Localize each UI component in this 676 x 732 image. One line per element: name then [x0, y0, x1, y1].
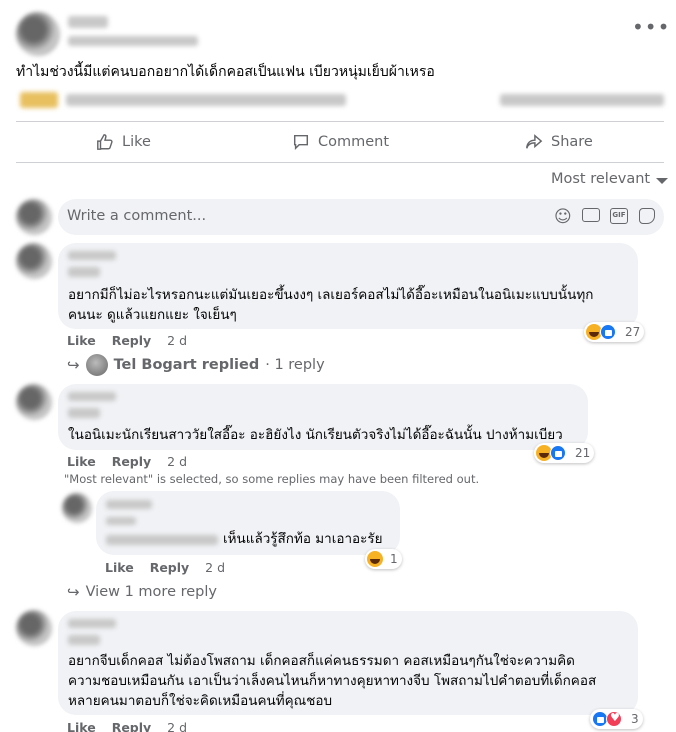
replies-link[interactable]: ↪ Tel Bogart replied · 1 reply — [67, 354, 325, 376]
commenter-avatar[interactable] — [16, 384, 52, 420]
comment-like-link[interactable]: Like — [67, 333, 96, 348]
comment-reply-link[interactable]: Reply — [112, 333, 151, 348]
reply-actions: Like Reply 2 d — [105, 560, 237, 575]
comment-reactions[interactable]: 21 — [534, 443, 595, 463]
sort-label: Most relevant — [551, 171, 651, 187]
reply-like-link[interactable]: Like — [105, 560, 134, 575]
commenter-name-redacted[interactable] — [68, 251, 116, 260]
reaction-summary-redacted[interactable] — [66, 94, 346, 106]
comment-button[interactable]: Comment — [292, 132, 389, 152]
composer-placeholder[interactable]: Write a comment... — [67, 208, 206, 224]
reaction-count: 3 — [631, 712, 639, 726]
post-meta-redacted — [68, 36, 198, 46]
camera-icon[interactable] — [582, 208, 600, 222]
commenter-avatar[interactable] — [16, 610, 52, 646]
view-more-label: View 1 more reply — [85, 584, 217, 600]
author-avatar[interactable] — [16, 12, 60, 56]
commenter-badge-redacted — [68, 408, 100, 418]
comment-reply-link[interactable]: Reply — [112, 720, 151, 732]
like-reaction-icon — [600, 324, 616, 340]
author-name-redacted[interactable] — [68, 16, 108, 28]
filter-notice: "Most relevant" is selected, so some rep… — [64, 472, 480, 486]
comment-text: อยากมีก็ไม่อะไรหรอกนะแต่มันเยอะขึ้นงงๆ เ… — [68, 287, 594, 323]
comment-reactions[interactable]: 3 — [590, 709, 643, 729]
comment-bubble-icon — [293, 134, 309, 151]
share-button[interactable]: Share — [525, 132, 593, 152]
reply-reply-link[interactable]: Reply — [150, 560, 189, 575]
thumbs-up-icon — [97, 134, 113, 150]
reply-time[interactable]: 2 d — [205, 560, 225, 575]
like-button[interactable]: Like — [96, 132, 151, 152]
comment-actions: Like Reply 2 d — [67, 454, 199, 469]
commenter-name-redacted[interactable] — [68, 619, 116, 628]
reaction-count: 27 — [625, 325, 641, 339]
reply-author-name-redacted[interactable] — [106, 500, 152, 509]
share-arrow-icon — [526, 134, 543, 149]
reply-author-badge-redacted — [106, 517, 136, 525]
reply-arrow-icon: ↪ — [67, 583, 80, 601]
commenter-avatar[interactable] — [16, 243, 52, 279]
replier-text: Tel Bogart replied — [113, 357, 260, 373]
gif-icon[interactable]: GIF — [610, 208, 628, 224]
love-reaction-icon — [606, 711, 622, 727]
reply-arrow-icon: ↪ — [67, 356, 80, 374]
comment-actions: Like Reply 2 d — [67, 720, 199, 732]
like-reaction-icon — [550, 445, 566, 461]
comment-label: Comment — [318, 134, 390, 150]
reply-reactions[interactable]: 1 — [365, 549, 402, 569]
reaction-count: 21 — [575, 446, 591, 460]
comment-like-link[interactable]: Like — [67, 454, 96, 469]
comment-reply-link[interactable]: Reply — [112, 454, 151, 469]
comment-share-count-redacted[interactable] — [500, 94, 664, 106]
caret-down-icon — [656, 177, 669, 184]
reply-mention-redacted[interactable] — [106, 535, 218, 545]
view-more-replies[interactable]: ↪ View 1 more reply — [67, 583, 217, 601]
divider-bottom — [16, 162, 664, 163]
reply-text: เห็นแล้วรู้สึกท้อ มาเอาอะรัย — [223, 531, 383, 547]
like-label: Like — [122, 134, 151, 150]
comment-bubble: อยากจีบเด็กคอส ไม่ต้องโพสถาม เด็กคอสก็แค… — [58, 611, 638, 715]
comment-time[interactable]: 2 d — [167, 720, 187, 732]
comment-bubble: อยากมีก็ไม่อะไรหรอกนะแต่มันเยอะขึ้นงงๆ เ… — [58, 243, 638, 329]
comment-actions: Like Reply 2 d — [67, 333, 199, 348]
ellipsis-icon[interactable]: ••• — [632, 17, 670, 37]
commenter-badge-redacted — [68, 267, 100, 277]
comment-text: อยากจีบเด็กคอส ไม่ต้องโพสถาม เด็กคอสก็แค… — [68, 653, 597, 709]
comment-bubble: ในอนิเมะนักเรียนสาววัยใสอี๊อะ อะฮิยังไง … — [58, 384, 588, 450]
comment-like-link[interactable]: Like — [67, 720, 96, 732]
share-label: Share — [551, 134, 593, 150]
comment-time[interactable]: 2 d — [167, 333, 187, 348]
reply-author-avatar[interactable] — [62, 493, 92, 523]
emoji-icon[interactable]: ☺ — [554, 207, 572, 227]
replier-avatar — [85, 354, 108, 376]
reaction-summary-icons[interactable] — [20, 92, 58, 108]
sort-dropdown[interactable]: Most relevant — [551, 171, 669, 187]
comment-composer[interactable]: Write a comment... ☺ GIF — [58, 199, 664, 235]
reply-count: · 1 reply — [265, 357, 325, 373]
haha-reaction-icon — [367, 551, 383, 567]
reaction-count: 1 — [390, 552, 398, 566]
post-text: ทำไมช่วงนี้มีแต่คนบอกอยากได้เด็กคอสเป็นแ… — [16, 64, 435, 80]
divider-top — [16, 121, 664, 122]
comment-text: ในอนิเมะนักเรียนสาววัยใสอี๊อะ อะฮิยังไง … — [68, 427, 563, 443]
commenter-name-redacted[interactable] — [68, 392, 116, 401]
comment-time[interactable]: 2 d — [167, 454, 187, 469]
comment-reactions[interactable]: 27 — [584, 322, 645, 342]
commenter-badge-redacted — [68, 635, 100, 645]
sticker-icon[interactable] — [639, 208, 655, 224]
current-user-avatar[interactable] — [16, 199, 52, 235]
reply-bubble: เห็นแล้วรู้สึกท้อ มาเอาอะรัย — [96, 491, 400, 555]
